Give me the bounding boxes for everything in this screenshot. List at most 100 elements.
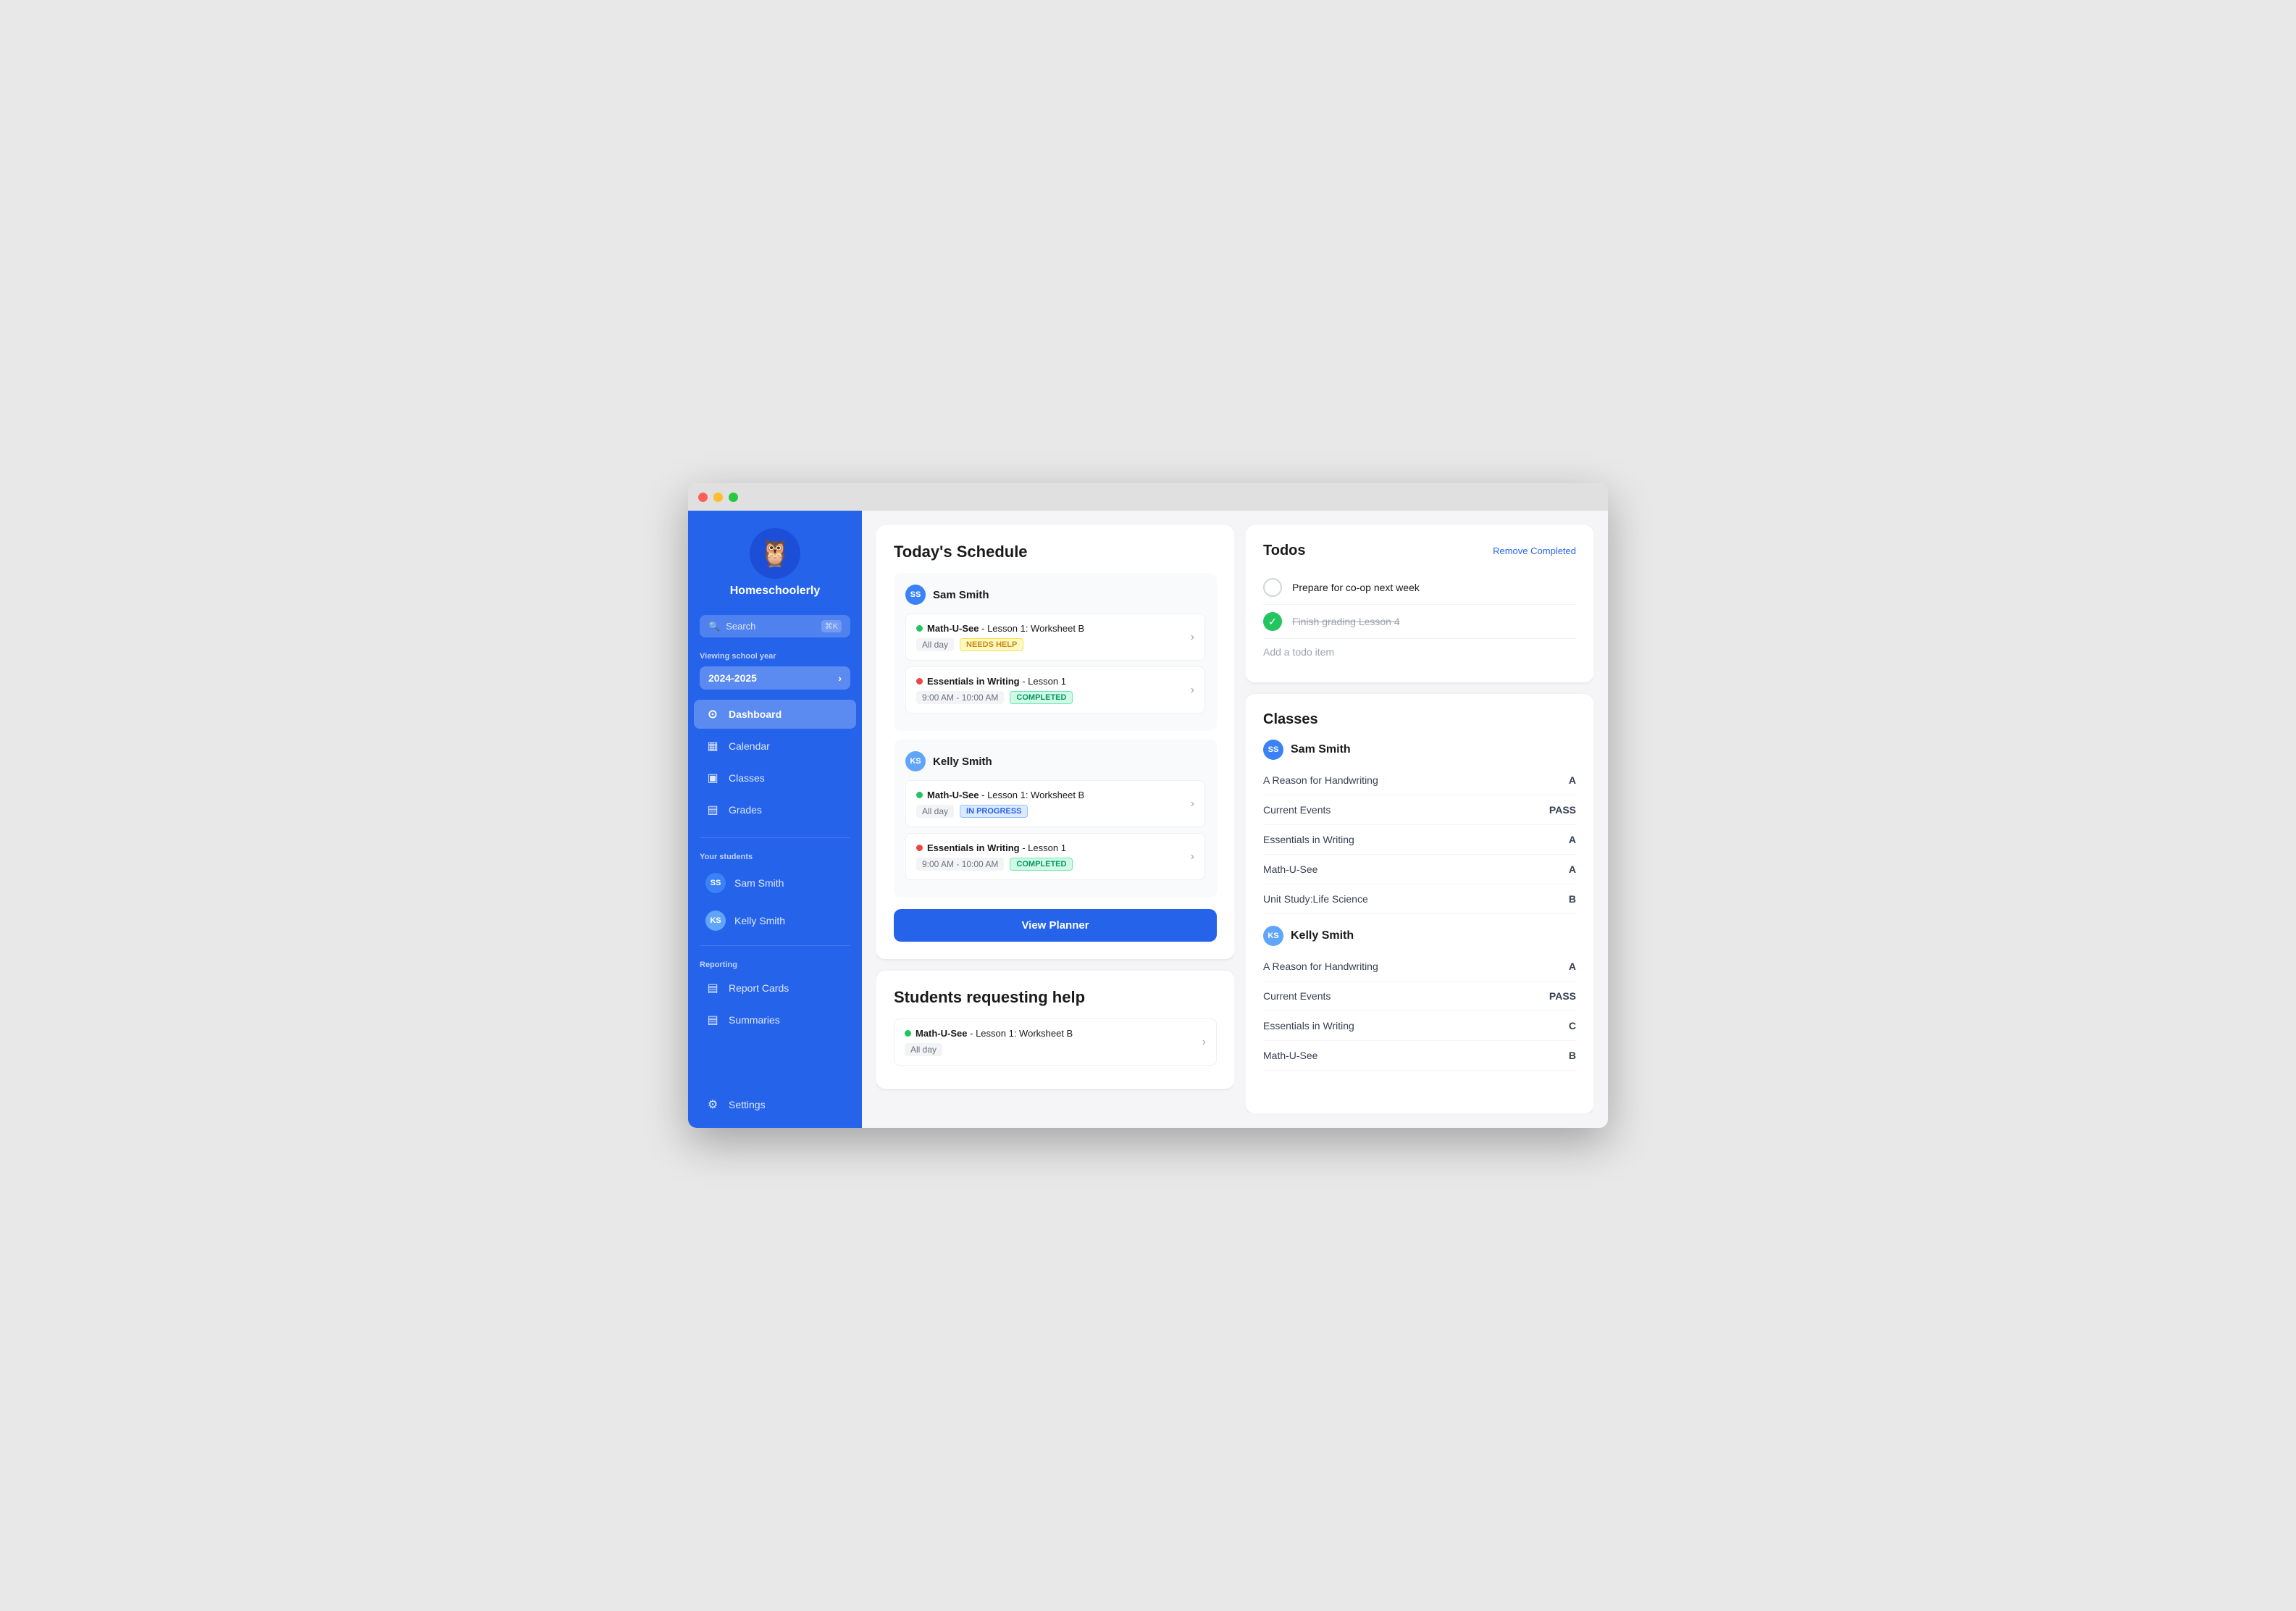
avatar-sam-classes: SS <box>1263 740 1283 760</box>
classes-student-header-sam: SS Sam Smith <box>1263 740 1576 760</box>
class-row[interactable]: Essentials in Writing A <box>1263 825 1576 855</box>
sidebar-settings-label: Settings <box>729 1099 766 1110</box>
lesson-left: Essentials in Writing - Lesson 1 9:00 AM… <box>916 842 1073 871</box>
class-name: Unit Study:Life Science <box>1263 893 1368 905</box>
sidebar-item-settings[interactable]: ⚙ Settings <box>694 1090 856 1119</box>
minimize-button[interactable] <box>713 493 723 502</box>
class-name: Essentials in Writing <box>1263 1020 1354 1032</box>
lesson-item[interactable]: Essentials in Writing - Lesson 1 9:00 AM… <box>905 666 1205 714</box>
view-planner-button[interactable]: View Planner <box>894 909 1217 942</box>
sidebar-item-label: Dashboard <box>729 708 782 720</box>
class-row[interactable]: Essentials in Writing C <box>1263 1011 1576 1041</box>
class-grade: A <box>1569 774 1576 786</box>
class-row[interactable]: Math-U-See B <box>1263 1041 1576 1071</box>
help-lesson-item[interactable]: Math-U-See - Lesson 1: Worksheet B All d… <box>894 1018 1217 1066</box>
class-grade: C <box>1569 1020 1576 1032</box>
school-year-value: 2024-2025 <box>708 672 757 684</box>
sidebar-item-grades[interactable]: ▤ Grades <box>694 795 856 824</box>
sidebar-item-label: Summaries <box>729 1014 780 1026</box>
lesson-time: 9:00 AM - 10:00 AM <box>916 691 1004 704</box>
student-header-sam: SS Sam Smith <box>905 585 1205 605</box>
chevron-right-icon: › <box>1191 798 1194 811</box>
search-input[interactable]: 🔍 Search ⌘K <box>700 615 850 637</box>
sidebar-item-dashboard[interactable]: ⊙ Dashboard <box>694 700 856 729</box>
class-row[interactable]: Current Events PASS <box>1263 795 1576 825</box>
lesson-time: All day <box>905 1043 942 1056</box>
lesson-left: Essentials in Writing - Lesson 1 9:00 AM… <box>916 676 1073 704</box>
right-panel: Todos Remove Completed Prepare for co-op… <box>1246 525 1593 1113</box>
class-row[interactable]: A Reason for Handwriting A <box>1263 952 1576 982</box>
todo-add-placeholder: Add a todo item <box>1263 646 1334 658</box>
avatar-kelly: KS <box>905 751 926 771</box>
lesson-item[interactable]: Essentials in Writing - Lesson 1 9:00 AM… <box>905 833 1205 880</box>
chevron-right-icon: › <box>838 672 842 684</box>
todos-card: Todos Remove Completed Prepare for co-op… <box>1246 525 1593 682</box>
class-name: A Reason for Handwriting <box>1263 961 1378 972</box>
class-grade: A <box>1569 863 1576 875</box>
todo-add-input[interactable]: Add a todo item <box>1263 639 1576 665</box>
classes-card: Classes SS Sam Smith A Reason for Handwr… <box>1246 694 1593 1113</box>
lesson-time: All day <box>916 638 954 651</box>
lesson-meta: 9:00 AM - 10:00 AM COMPLETED <box>916 691 1073 704</box>
lesson-time: 9:00 AM - 10:00 AM <box>916 858 1004 871</box>
sidebar-item-sam-smith[interactable]: SS Sam Smith <box>694 866 856 900</box>
classes-student-header-kelly: KS Kelly Smith <box>1263 926 1576 946</box>
avatar-kelly-classes: KS <box>1263 926 1283 946</box>
todo-item-1[interactable]: Prepare for co-op next week <box>1263 571 1576 605</box>
lesson-item[interactable]: Math-U-See - Lesson 1: Worksheet B All d… <box>905 780 1205 827</box>
lesson-badge: COMPLETED <box>1010 691 1073 704</box>
todo-item-2[interactable]: ✓ Finish grading Lesson 4 <box>1263 605 1576 639</box>
class-grade: A <box>1569 961 1576 972</box>
close-button[interactable] <box>698 493 708 502</box>
sidebar-item-label: Report Cards <box>729 982 789 994</box>
status-dot <box>905 1030 911 1037</box>
sidebar-item-kelly-smith[interactable]: KS Kelly Smith <box>694 903 856 938</box>
students-help-card: Students requesting help Math-U-See - Le… <box>876 971 1234 1089</box>
lesson-badge: NEEDS HELP <box>960 638 1023 651</box>
class-row[interactable]: Math-U-See A <box>1263 855 1576 884</box>
class-name: Current Events <box>1263 990 1331 1002</box>
class-name: Math-U-See <box>1263 1050 1317 1061</box>
class-name: Essentials in Writing <box>1263 834 1354 845</box>
lesson-meta: 9:00 AM - 10:00 AM COMPLETED <box>916 858 1073 871</box>
student-name-sam: Sam Smith <box>933 589 989 601</box>
lesson-badge: COMPLETED <box>1010 858 1073 871</box>
lesson-left: Math-U-See - Lesson 1: Worksheet B All d… <box>905 1028 1073 1056</box>
lesson-title: Essentials in Writing - Lesson 1 <box>916 676 1073 687</box>
school-year-selector[interactable]: 2024-2025 › <box>700 666 850 690</box>
chevron-right-icon: › <box>1191 631 1194 644</box>
sidebar-item-label: Grades <box>729 804 762 816</box>
class-row[interactable]: A Reason for Handwriting A <box>1263 766 1576 795</box>
student-sam-name: Sam Smith <box>734 877 784 889</box>
sidebar-item-classes[interactable]: ▣ Classes <box>694 763 856 792</box>
classes-icon: ▣ <box>705 771 720 785</box>
student-header-kelly: KS Kelly Smith <box>905 751 1205 771</box>
sidebar-item-calendar[interactable]: ▦ Calendar <box>694 732 856 761</box>
chevron-right-icon: › <box>1191 850 1194 863</box>
avatar-ss: SS <box>705 873 726 893</box>
todo-checkbox-checked[interactable]: ✓ <box>1263 612 1282 631</box>
report-cards-icon: ▤ <box>705 981 720 995</box>
remove-completed-button[interactable]: Remove Completed <box>1493 545 1576 556</box>
lesson-item[interactable]: Math-U-See - Lesson 1: Worksheet B All d… <box>905 614 1205 661</box>
todo-checkbox-unchecked[interactable] <box>1263 578 1282 597</box>
chevron-right-icon: › <box>1191 684 1194 697</box>
lesson-badge: IN PROGRESS <box>960 805 1028 818</box>
sidebar-item-summaries[interactable]: ▤ Summaries <box>694 1005 856 1034</box>
class-row[interactable]: Current Events PASS <box>1263 982 1576 1011</box>
lesson-title: Math-U-See - Lesson 1: Worksheet B <box>916 790 1084 800</box>
maximize-button[interactable] <box>729 493 738 502</box>
class-row[interactable]: Unit Study:Life Science B <box>1263 884 1576 914</box>
lesson-meta: All day <box>905 1043 1073 1056</box>
lesson-title: Math-U-See - Lesson 1: Worksheet B <box>916 623 1084 634</box>
students-help-title: Students requesting help <box>894 988 1217 1007</box>
lesson-left: Math-U-See - Lesson 1: Worksheet B All d… <box>916 790 1084 818</box>
class-grade: A <box>1569 834 1576 845</box>
lesson-meta: All day NEEDS HELP <box>916 638 1084 651</box>
sidebar-item-report-cards[interactable]: ▤ Report Cards <box>694 974 856 1003</box>
grades-icon: ▤ <box>705 803 720 817</box>
students-section-label: Your students <box>688 844 862 864</box>
summaries-icon: ▤ <box>705 1013 720 1027</box>
avatar-sam: SS <box>905 585 926 605</box>
classes-title: Classes <box>1263 711 1576 728</box>
